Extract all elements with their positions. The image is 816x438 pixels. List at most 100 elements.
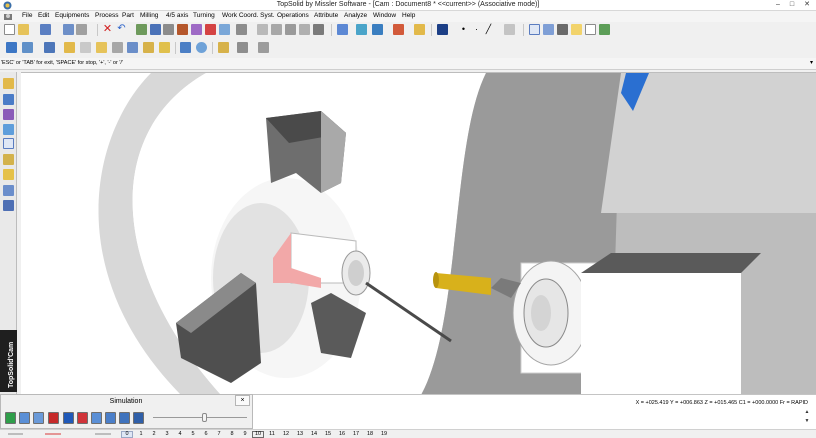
simulation-speed-track[interactable]: [153, 417, 247, 418]
point-style-icon[interactable]: •: [458, 24, 469, 35]
layer-16[interactable]: 16: [336, 431, 348, 438]
drilling-icon[interactable]: [127, 42, 138, 53]
postprocessor-icon[interactable]: [237, 42, 248, 53]
graphics-viewport[interactable]: [21, 72, 816, 394]
scroll-up-icon[interactable]: ▲: [802, 408, 812, 417]
layer-6[interactable]: 6: [200, 431, 212, 438]
maximize-button[interactable]: □: [785, 0, 799, 10]
menu-window[interactable]: Window: [373, 12, 396, 19]
nc-code-icon[interactable]: [218, 42, 229, 53]
zoom-fit-icon[interactable]: [356, 24, 367, 35]
document-list-icon[interactable]: [258, 42, 269, 53]
layer-9[interactable]: 9: [239, 431, 251, 438]
transform-icon[interactable]: [236, 24, 247, 35]
layer-18[interactable]: 18: [364, 431, 376, 438]
curve-tool-icon[interactable]: [271, 24, 282, 35]
menu-analyze[interactable]: Analyze: [344, 12, 367, 19]
open-folder-icon[interactable]: [18, 24, 29, 35]
notes-icon[interactable]: [571, 24, 582, 35]
layer-icon[interactable]: [219, 24, 230, 35]
layer-4[interactable]: 4: [174, 431, 186, 438]
menu-process[interactable]: Process: [95, 12, 118, 19]
print-icon[interactable]: [76, 24, 87, 35]
layer-13[interactable]: 13: [294, 431, 306, 438]
sidebar-shape-icon[interactable]: [3, 94, 14, 105]
sidebar-assembly-icon[interactable]: [3, 124, 14, 135]
threading-icon[interactable]: [112, 42, 123, 53]
sim-end-icon[interactable]: [133, 412, 144, 424]
sidebar-draft-icon[interactable]: [3, 154, 14, 165]
light-icon[interactable]: [414, 24, 425, 35]
sim-step-back-icon[interactable]: [19, 412, 30, 424]
simulation-speed-thumb[interactable]: [202, 413, 207, 422]
menu-turning[interactable]: Turning: [193, 12, 215, 19]
properties-icon[interactable]: [63, 24, 74, 35]
sidebar-tools-icon[interactable]: [3, 169, 14, 180]
parting-icon[interactable]: [143, 42, 154, 53]
menu-attribute[interactable]: Attribute: [314, 12, 338, 19]
sidebar-sketch-icon[interactable]: [3, 78, 14, 89]
scroll-down-icon[interactable]: ▼: [802, 417, 812, 426]
menu-help[interactable]: Help: [402, 12, 415, 19]
roughing-icon[interactable]: [64, 42, 75, 53]
layer-5[interactable]: 5: [187, 431, 199, 438]
document-menu-icon[interactable]: [3, 12, 13, 21]
menu-file[interactable]: File: [22, 12, 32, 19]
undo-icon[interactable]: ↶: [116, 24, 127, 35]
sim-back-icon[interactable]: [33, 412, 44, 424]
milling-op-icon[interactable]: [159, 42, 170, 53]
menu-part[interactable]: Part: [122, 12, 134, 19]
layer-10[interactable]: 10: [252, 431, 264, 438]
stock-icon[interactable]: [44, 42, 55, 53]
dimension-tool-icon[interactable]: [313, 24, 324, 35]
history-icon[interactable]: [557, 24, 568, 35]
close-button[interactable]: ✕: [800, 0, 814, 10]
menu-equipments[interactable]: Equipments: [55, 12, 89, 19]
menu-milling[interactable]: Milling: [140, 12, 158, 19]
layer-3[interactable]: 3: [161, 431, 173, 438]
menu-4-5-axis[interactable]: 4/5 axis: [166, 12, 188, 19]
menu-work-coord-syst[interactable]: Work Coord. Syst.: [222, 12, 275, 19]
layer-8[interactable]: 8: [226, 431, 238, 438]
menu-edit[interactable]: Edit: [38, 12, 49, 19]
line-tool-icon[interactable]: [257, 24, 268, 35]
save-icon[interactable]: [40, 24, 51, 35]
sim-step-forward-icon[interactable]: [91, 412, 102, 424]
layer-15[interactable]: 15: [322, 431, 334, 438]
simulation-close-button[interactable]: ×: [235, 395, 250, 406]
simulation-icon[interactable]: [180, 42, 191, 53]
cam-machine-icon[interactable]: [22, 42, 33, 53]
layer-2[interactable]: 2: [148, 431, 160, 438]
minimize-button[interactable]: –: [771, 0, 785, 10]
sim-play-icon[interactable]: [63, 412, 74, 424]
color-icon[interactable]: [205, 24, 216, 35]
sim-rewind-icon[interactable]: [5, 412, 16, 424]
sim-forward-icon[interactable]: [105, 412, 116, 424]
hook-tool-icon[interactable]: [299, 24, 310, 35]
delete-icon[interactable]: ✕: [102, 24, 113, 35]
sim-pause-icon[interactable]: [77, 412, 88, 424]
layer-7[interactable]: 7: [213, 431, 225, 438]
measure-icon[interactable]: [150, 24, 161, 35]
attach-icon[interactable]: [163, 24, 174, 35]
tool-icon[interactable]: [177, 24, 188, 35]
grooving-icon[interactable]: [96, 42, 107, 53]
check-icon[interactable]: [599, 24, 610, 35]
layer-1[interactable]: 1: [135, 431, 147, 438]
layer-11[interactable]: 11: [266, 431, 278, 438]
layer-mode-icon[interactable]: [543, 24, 554, 35]
cam-tool-icon[interactable]: [6, 42, 17, 53]
sidebar-user-icon[interactable]: [3, 200, 14, 211]
select-mode-icon[interactable]: [529, 24, 540, 35]
layer-0[interactable]: 0: [121, 431, 133, 438]
sim-stop-icon[interactable]: [48, 412, 59, 424]
layer-12[interactable]: 12: [280, 431, 292, 438]
layer-19[interactable]: 19: [378, 431, 390, 438]
color-swatch-icon[interactable]: [437, 24, 448, 35]
cursor-tool-icon[interactable]: [136, 24, 147, 35]
menu-operations[interactable]: Operations: [277, 12, 309, 19]
layer-17[interactable]: 17: [350, 431, 362, 438]
line-style-icon[interactable]: ╱: [483, 24, 494, 35]
verify-icon[interactable]: [196, 42, 207, 53]
paint-icon[interactable]: [191, 24, 202, 35]
